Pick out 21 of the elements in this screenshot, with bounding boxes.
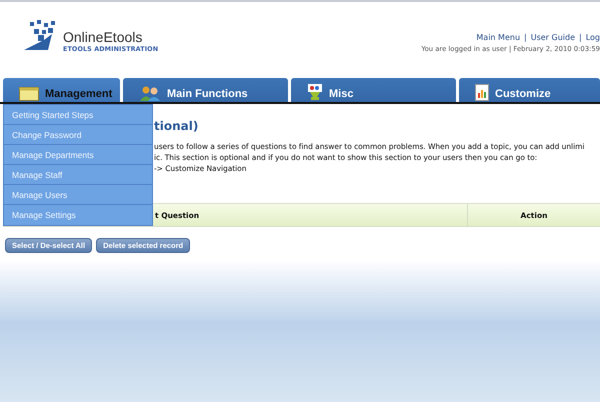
people-icon xyxy=(139,85,161,101)
menu-item[interactable]: Manage Departments xyxy=(4,145,152,165)
link-separator: | xyxy=(579,32,582,43)
link-separator: | xyxy=(524,32,527,43)
tab[interactable]: Main Functions xyxy=(123,78,288,102)
tab[interactable]: Misc xyxy=(291,78,456,102)
document-icon xyxy=(475,84,489,101)
tab[interactable]: Management xyxy=(3,78,120,102)
menu-item[interactable]: Manage Users xyxy=(4,185,152,205)
folder-icon xyxy=(19,87,39,101)
trophy-icon xyxy=(307,83,323,101)
menu-item[interactable]: Manage Staff xyxy=(4,165,152,185)
section-title: tional) xyxy=(154,119,200,133)
header-link[interactable]: User Guide xyxy=(530,32,575,43)
header-link[interactable]: Log xyxy=(586,32,600,43)
menu-item[interactable]: Change Password xyxy=(4,125,152,145)
menu-item[interactable]: Getting Started Steps xyxy=(4,105,152,125)
logo-name: OnlineEtools xyxy=(63,30,144,45)
menu-item[interactable]: Manage Settings xyxy=(4,205,152,225)
tab[interactable]: Customize xyxy=(459,78,600,102)
header-link[interactable]: Main Menu xyxy=(476,32,520,43)
